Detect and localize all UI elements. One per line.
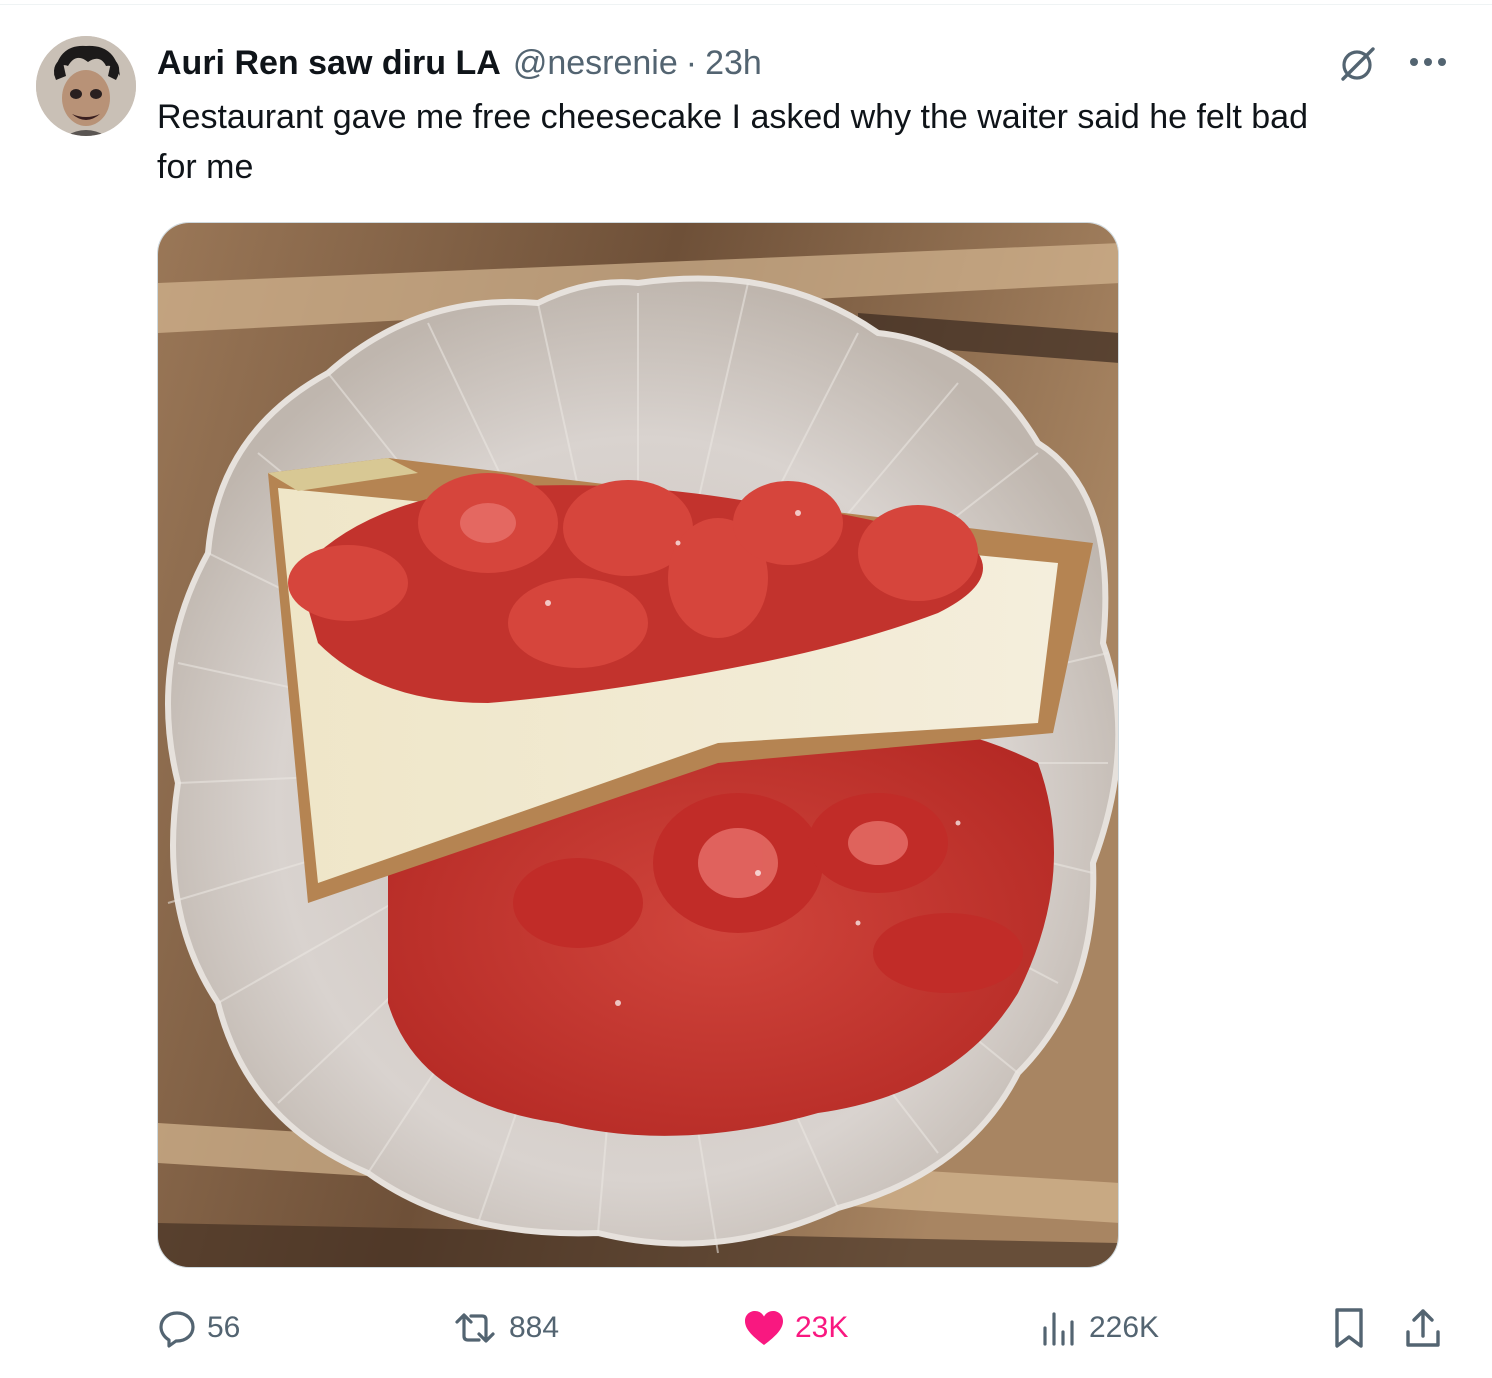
separator-dot: · <box>685 44 698 82</box>
views-icon <box>1039 1308 1079 1348</box>
avatar[interactable] <box>36 36 136 136</box>
reply-count: 56 <box>207 1311 241 1344</box>
bookmark-icon <box>1329 1306 1369 1350</box>
more-icon <box>1406 56 1450 68</box>
display-name[interactable]: Auri Ren saw diru LA <box>157 40 501 86</box>
views-button[interactable]: 226K <box>1039 1300 1159 1356</box>
tweet-photo[interactable] <box>157 222 1119 1268</box>
like-heart-icon <box>743 1309 785 1347</box>
like-button[interactable]: 23K <box>743 1300 848 1356</box>
repost-count: 884 <box>509 1311 560 1344</box>
tweet-header: Auri Ren saw diru LA @nesrenie · 23h <box>157 40 762 86</box>
view-count: 226K <box>1089 1311 1160 1344</box>
repost-icon <box>451 1308 499 1348</box>
grok-button[interactable] <box>1336 42 1380 86</box>
share-button[interactable] <box>1403 1300 1443 1356</box>
bookmark-button[interactable] <box>1329 1300 1369 1356</box>
reply-button[interactable]: 56 <box>157 1300 240 1356</box>
tweet-text: Restaurant gave me free cheesecake I ask… <box>157 98 1308 186</box>
timestamp[interactable]: 23h <box>705 40 762 86</box>
share-icon <box>1403 1306 1443 1350</box>
reply-icon <box>157 1308 197 1348</box>
user-handle[interactable]: @nesrenie <box>513 40 678 86</box>
avatar-image <box>36 36 136 136</box>
top-divider <box>0 0 1492 5</box>
cheesecake-photo <box>158 223 1118 1267</box>
repost-button[interactable]: 884 <box>451 1300 559 1356</box>
like-count: 23K <box>795 1311 849 1344</box>
tweet-actions: 56 884 23K 226K <box>157 1300 1457 1356</box>
more-button[interactable] <box>1402 42 1454 82</box>
grok-icon <box>1338 44 1378 84</box>
